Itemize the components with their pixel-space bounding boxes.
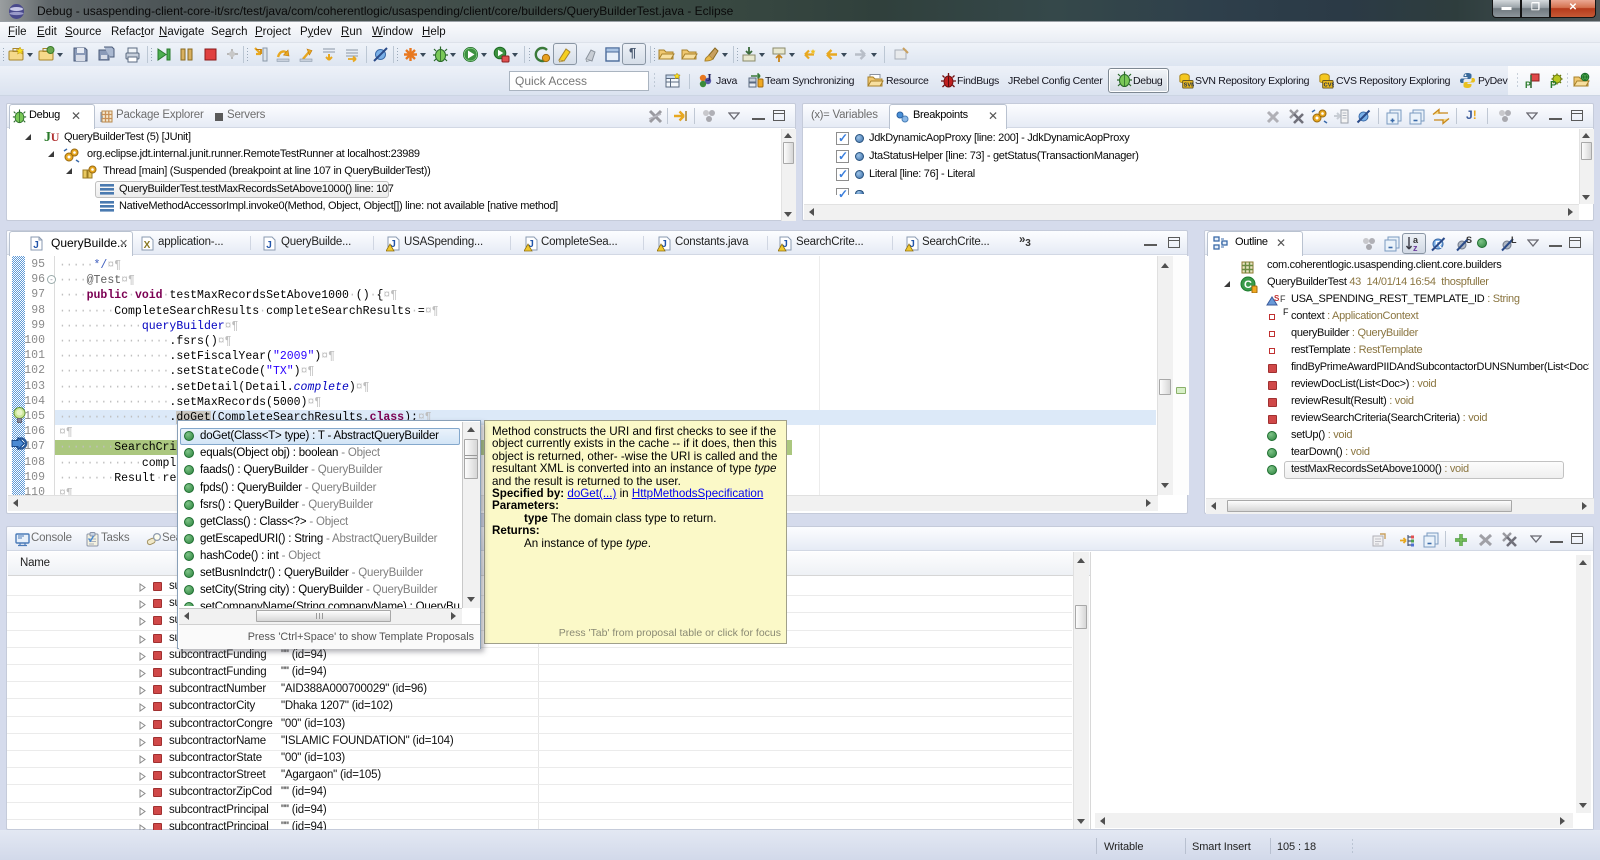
- svg-text:L: L: [1511, 235, 1517, 245]
- svg-text:J: J: [706, 72, 712, 84]
- svg-text:P: P: [1525, 80, 1531, 89]
- svg-text:F: F: [1280, 294, 1286, 304]
- svg-text:P: P: [1550, 80, 1557, 89]
- svg-text:X: X: [144, 240, 151, 251]
- svg-text:J: J: [266, 240, 272, 251]
- svg-text:z: z: [1413, 243, 1418, 252]
- svg-text:J: J: [33, 240, 39, 251]
- svg-text:C: C: [1244, 279, 1252, 291]
- svg-text:S: S: [1466, 235, 1472, 245]
- svg-text:CVS: CVS: [1324, 83, 1334, 89]
- svg-text:SVN: SVN: [1184, 83, 1194, 89]
